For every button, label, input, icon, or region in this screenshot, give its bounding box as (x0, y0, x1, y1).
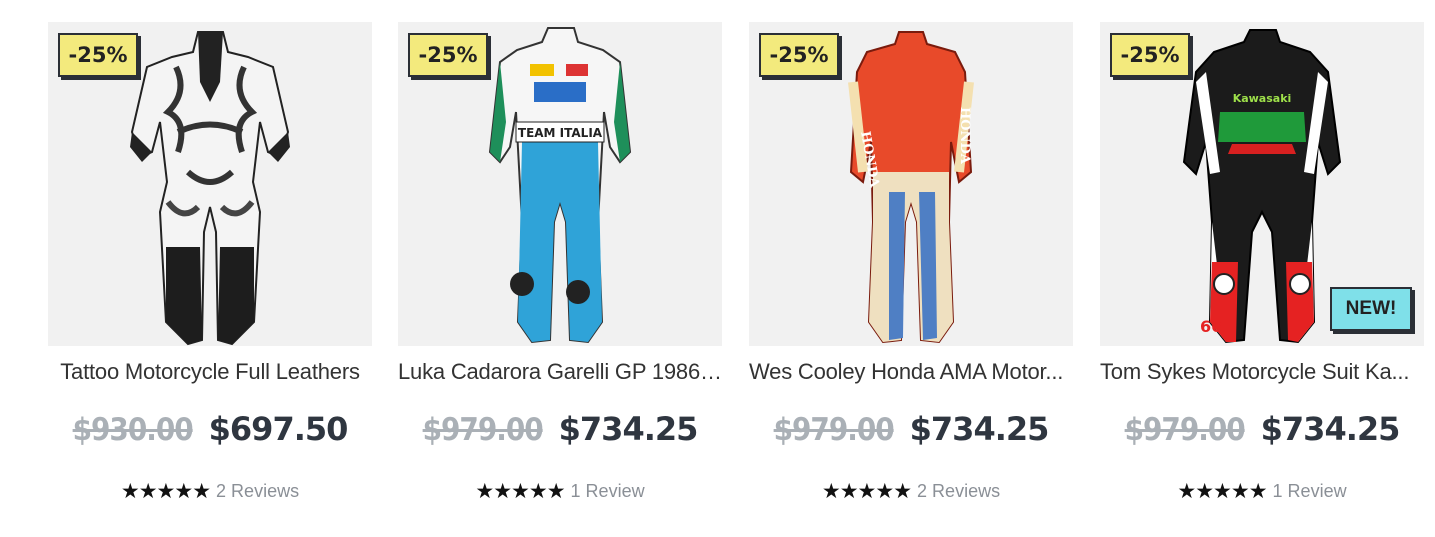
product-grid: -25% Tattoo Motorcycle Full Leathers $93… (0, 0, 1435, 537)
price-row: $979.00 $734.25 (749, 410, 1073, 448)
original-price: $979.00 (773, 412, 895, 448)
svg-text:TEAM ITALIA: TEAM ITALIA (518, 126, 603, 140)
star-rating-icon: ★★★★★ (120, 479, 211, 503)
rating-row: ★★★★★ 1 Review (1100, 479, 1424, 503)
original-price: $979.00 (1124, 412, 1246, 448)
rating-row: ★★★★★ 1 Review (398, 479, 722, 503)
product-card[interactable]: -25% Tattoo Motorcycle Full Leathers $93… (48, 22, 372, 522)
product-image[interactable]: Kawasaki 66 -25% NEW! (1100, 22, 1424, 346)
product-image[interactable]: HONDA HONDA -25% (749, 22, 1073, 346)
review-count-link[interactable]: 2 Reviews (216, 481, 299, 502)
sale-price: $734.25 (1260, 410, 1401, 448)
svg-text:66: 66 (1200, 317, 1222, 336)
rating-row: ★★★★★ 2 Reviews (749, 479, 1073, 503)
review-count-link[interactable]: 1 Review (1273, 481, 1347, 502)
discount-badge: -25% (1110, 33, 1190, 77)
product-title[interactable]: Luka Cadarora Garelli GP 1986 ... (398, 359, 722, 385)
rating-row: ★★★★★ 2 Reviews (48, 479, 372, 503)
product-image[interactable]: TEAM ITALIA -25% (398, 22, 722, 346)
discount-badge: -25% (759, 33, 839, 77)
product-title[interactable]: Tom Sykes Motorcycle Suit Ka... (1100, 359, 1424, 385)
price-row: $930.00 $697.50 (48, 410, 372, 448)
sale-price: $734.25 (558, 410, 699, 448)
sale-price: $734.25 (909, 410, 1050, 448)
product-title[interactable]: Wes Cooley Honda AMA Motor... (749, 359, 1073, 385)
review-count-link[interactable]: 2 Reviews (917, 481, 1000, 502)
star-rating-icon: ★★★★★ (1177, 479, 1267, 503)
product-card[interactable]: TEAM ITALIA -25% Luka Cadarora Garelli G… (398, 22, 722, 522)
original-price: $930.00 (72, 412, 194, 448)
product-card[interactable]: Kawasaki 66 -25% NEW! Tom Sykes Motorcyc… (1100, 22, 1424, 522)
discount-badge: -25% (58, 33, 138, 77)
original-price: $979.00 (422, 412, 544, 448)
product-title[interactable]: Tattoo Motorcycle Full Leathers (48, 359, 372, 385)
price-row: $979.00 $734.25 (398, 410, 722, 448)
product-card[interactable]: HONDA HONDA -25% Wes Cooley Honda AMA Mo… (749, 22, 1073, 522)
new-badge: NEW! (1330, 287, 1412, 331)
sale-price: $697.50 (208, 410, 349, 448)
discount-badge: -25% (408, 33, 488, 77)
star-rating-icon: ★★★★★ (821, 479, 912, 503)
svg-text:Kawasaki: Kawasaki (1233, 92, 1292, 105)
price-row: $979.00 $734.25 (1100, 410, 1424, 448)
review-count-link[interactable]: 1 Review (571, 481, 645, 502)
svg-text:HONDA: HONDA (957, 107, 972, 165)
star-rating-icon: ★★★★★ (475, 479, 565, 503)
product-image[interactable]: -25% (48, 22, 372, 346)
